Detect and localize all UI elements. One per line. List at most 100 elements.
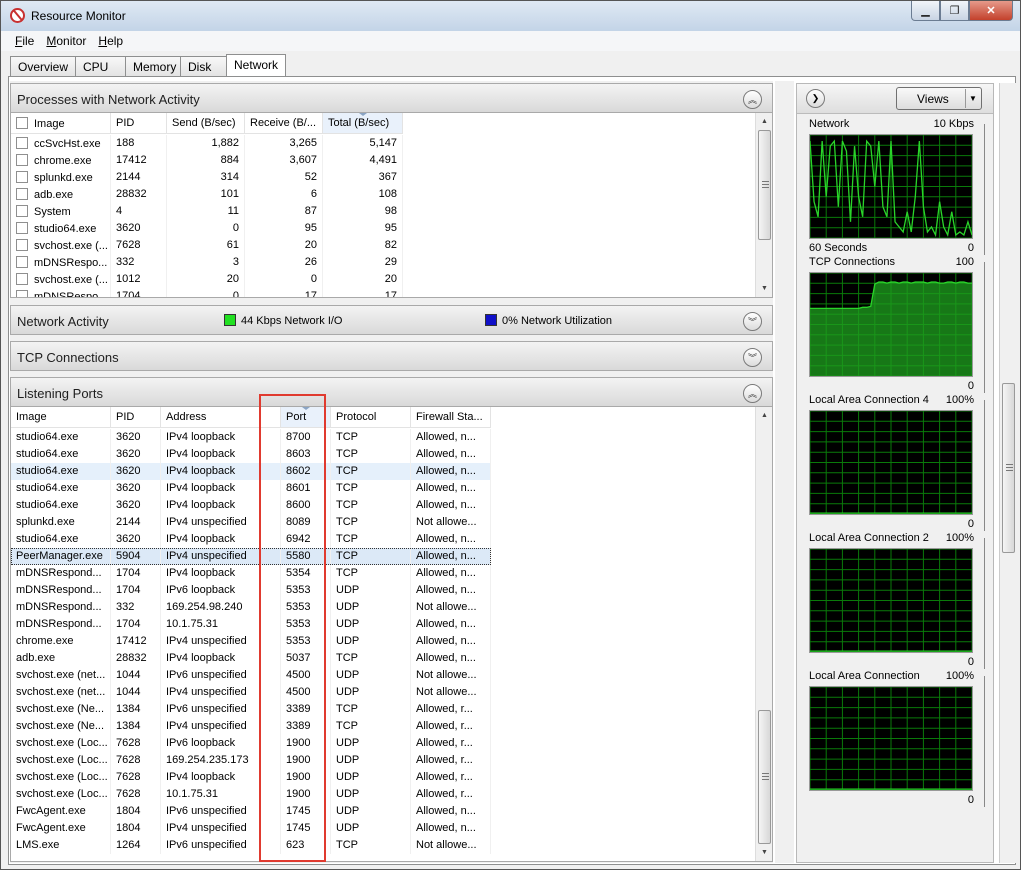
tcp-section-header[interactable]: TCP Connections ︾ xyxy=(10,341,773,371)
row-checkbox[interactable] xyxy=(16,171,28,183)
table-row[interactable]: FwcAgent.exe 1804 IPv6 unspecified 1745 UDP A… xyxy=(11,803,491,820)
table-row[interactable]: svchost.exe (... 1012 20 0 20 xyxy=(11,271,403,288)
row-checkbox[interactable] xyxy=(16,273,28,285)
table-row[interactable]: mDNSRespo... 332 3 26 29 xyxy=(11,254,403,271)
table-row[interactable]: studio64.exe 3620 IPv4 loopback 8601 TCP Allo… xyxy=(11,480,491,497)
row-checkbox[interactable] xyxy=(16,290,28,297)
process-image-label: mDNSRespo... xyxy=(34,291,108,298)
address-cell: IPv4 loopback xyxy=(161,463,281,480)
address-cell: 169.254.235.173 xyxy=(161,752,281,769)
scroll-down-arrow-icon[interactable]: ▼ xyxy=(756,844,772,861)
tab-overview[interactable]: Overview xyxy=(10,56,77,77)
col-image[interactable]: Image xyxy=(11,113,111,134)
table-row[interactable]: FwcAgent.exe 1804 IPv4 unspecified 1745 UDP A… xyxy=(11,820,491,837)
table-row[interactable]: svchost.exe (... 7628 61 20 82 xyxy=(11,237,403,254)
col-firewall-status[interactable]: Firewall Sta... xyxy=(411,407,491,428)
table-row[interactable]: mDNSRespond... 1704 IPv6 loopback 5353 UDP Al… xyxy=(11,582,491,599)
expand-tcp-icon[interactable]: ︾ xyxy=(743,348,762,367)
listening-ports-section-header[interactable]: Listening Ports ︽ xyxy=(10,377,773,407)
scroll-thumb[interactable] xyxy=(758,130,771,240)
table-row[interactable]: chrome.exe 17412 IPv4 unspecified 5353 UDP Al… xyxy=(11,633,491,650)
table-row[interactable]: svchost.exe (Ne... 1384 IPv6 unspecified 33… xyxy=(11,701,491,718)
collapse-processes-icon[interactable]: ︽ xyxy=(743,90,762,109)
table-row[interactable]: LMS.exe 1264 IPv6 unspecified 623 TCP Not all… xyxy=(11,837,491,854)
scroll-thumb[interactable] xyxy=(758,710,771,844)
table-row[interactable]: studio64.exe 3620 IPv4 loopback 6942 TCP Allo… xyxy=(11,531,491,548)
col-send[interactable]: Send (B/sec) xyxy=(167,113,245,134)
views-dropdown-arrow-icon[interactable]: ▼ xyxy=(965,89,980,108)
scroll-down-arrow-icon[interactable]: ▼ xyxy=(756,280,772,297)
col-protocol[interactable]: Protocol xyxy=(331,407,411,428)
tab-network[interactable]: Network xyxy=(226,54,287,77)
tab-cpu[interactable]: CPU xyxy=(75,56,127,77)
select-all-checkbox[interactable] xyxy=(16,117,28,129)
table-row[interactable]: mDNSRespond... 1704 10.1.75.31 5353 UDP Allow… xyxy=(11,616,491,633)
scroll-thumb[interactable] xyxy=(1002,383,1015,553)
table-row[interactable]: studio64.exe 3620 IPv4 loopback 8700 TCP Allo… xyxy=(11,429,491,446)
table-row[interactable]: studio64.exe 3620 IPv4 loopback 8603 TCP Allo… xyxy=(11,446,491,463)
table-row[interactable]: System 4 11 87 98 xyxy=(11,203,403,220)
col-image[interactable]: Image xyxy=(11,407,111,428)
row-checkbox[interactable] xyxy=(16,188,28,200)
scroll-up-arrow-icon[interactable]: ▲ xyxy=(756,407,772,424)
row-checkbox[interactable] xyxy=(16,222,28,234)
col-pid[interactable]: PID xyxy=(111,407,161,428)
table-row[interactable]: mDNSRespond... 332 169.254.98.240 5353 UDP No… xyxy=(11,599,491,616)
firewall-cell: Allowed, n... xyxy=(411,616,491,633)
tab-disk[interactable]: Disk xyxy=(180,56,228,77)
processes-scrollbar[interactable]: ▲ ▼ xyxy=(755,113,772,297)
row-checkbox[interactable] xyxy=(16,256,28,268)
restore-button[interactable]: ❐ xyxy=(940,1,969,21)
col-address[interactable]: Address xyxy=(161,407,281,428)
port-cell: 4500 xyxy=(281,684,331,701)
collapse-listening-ports-icon[interactable]: ︽ xyxy=(743,384,762,403)
table-row[interactable]: svchost.exe (Loc... 7628 169.254.235.173 19… xyxy=(11,752,491,769)
table-row[interactable]: mDNSRespond... 1704 IPv4 loopback 5354 TCP Al… xyxy=(11,565,491,582)
row-checkbox[interactable] xyxy=(16,205,28,217)
table-row[interactable]: PeerManager.exe 5904 IPv4 unspecified 5580 T… xyxy=(11,548,491,565)
processes-section-header[interactable]: Processes with Network Activity ︽ xyxy=(10,83,773,113)
col-receive[interactable]: Receive (B/... xyxy=(245,113,323,134)
close-button[interactable]: ✕ xyxy=(969,1,1013,21)
listening-scrollbar[interactable]: ▲ ▼ xyxy=(755,407,772,861)
menu-file[interactable]: File xyxy=(9,31,40,51)
expand-network-activity-icon[interactable]: ︾ xyxy=(743,312,762,331)
table-row[interactable]: ccSvcHst.exe 188 1,882 3,265 5,147 xyxy=(11,135,403,152)
expand-pane-icon[interactable]: ❯ xyxy=(806,89,825,108)
table-row[interactable]: splunkd.exe 2144 IPv4 unspecified 8089 TCP No… xyxy=(11,514,491,531)
table-row[interactable]: svchost.exe (Loc... 7628 IPv6 loopback 1900… xyxy=(11,735,491,752)
row-checkbox[interactable] xyxy=(16,239,28,251)
network-activity-section-header[interactable]: Network Activity 44 Kbps Network I/O 0% … xyxy=(10,305,773,335)
table-row[interactable]: studio64.exe 3620 IPv4 loopback 8600 TCP Allo… xyxy=(11,497,491,514)
protocol-cell: UDP xyxy=(331,633,411,650)
table-row[interactable]: adb.exe 28832 101 6 108 xyxy=(11,186,403,203)
table-row[interactable]: adb.exe 28832 IPv4 loopback 5037 TCP Allowed,… xyxy=(11,650,491,667)
pane-splitter[interactable] xyxy=(775,81,794,863)
table-row[interactable]: mDNSRespo... 1704 0 17 17 xyxy=(11,288,403,298)
table-row[interactable]: svchost.exe (net... 1044 IPv4 unspecified 4… xyxy=(11,684,491,701)
row-checkbox[interactable] xyxy=(16,154,28,166)
views-button[interactable]: Views ▼ xyxy=(896,87,982,110)
graphs-scrollbar[interactable] xyxy=(999,83,1016,863)
local-area-connection-2-graph-max-label: 100% xyxy=(945,532,974,544)
tcp-connections-graph-max-label: 100 xyxy=(955,256,974,268)
scroll-up-arrow-icon[interactable]: ▲ xyxy=(756,113,772,130)
tab-memory[interactable]: Memory xyxy=(125,56,182,77)
title-bar[interactable]: Resource Monitor ▁ ❐ ✕ xyxy=(1,1,1020,31)
table-row[interactable]: svchost.exe (Ne... 1384 IPv4 unspecified 33… xyxy=(11,718,491,735)
menu-monitor[interactable]: Monitor xyxy=(40,31,92,51)
table-row[interactable]: splunkd.exe 2144 314 52 367 xyxy=(11,169,403,186)
table-row[interactable]: chrome.exe 17412 884 3,607 4,491 xyxy=(11,152,403,169)
table-row[interactable]: studio64.exe 3620 0 95 95 xyxy=(11,220,403,237)
minimize-button[interactable]: ▁ xyxy=(911,1,940,21)
table-row[interactable]: svchost.exe (Loc... 7628 IPv4 loopback 1900… xyxy=(11,769,491,786)
protocol-cell: UDP xyxy=(331,616,411,633)
row-checkbox[interactable] xyxy=(16,137,28,149)
table-row[interactable]: studio64.exe 3620 IPv4 loopback 8602 TCP Allo… xyxy=(11,463,491,480)
menu-help[interactable]: Help xyxy=(92,31,129,51)
table-row[interactable]: svchost.exe (net... 1044 IPv6 unspecified 4… xyxy=(11,667,491,684)
table-row[interactable]: svchost.exe (Loc... 7628 10.1.75.31 1900 UDP… xyxy=(11,786,491,803)
col-total[interactable]: Total (B/sec) xyxy=(323,113,403,134)
col-port[interactable]: Port xyxy=(281,407,331,428)
col-pid[interactable]: PID xyxy=(111,113,167,134)
